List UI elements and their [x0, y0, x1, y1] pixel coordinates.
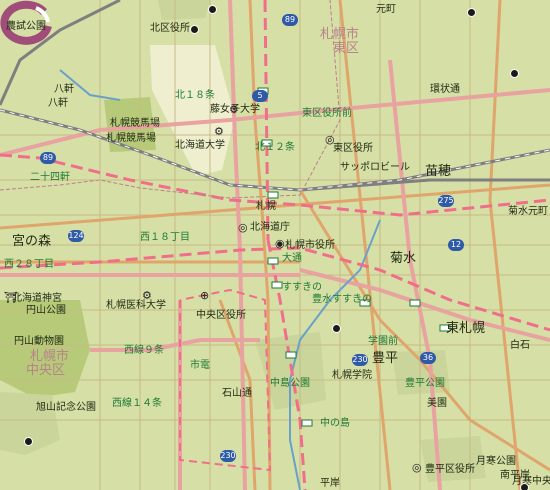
route-89-shield-north: 89 — [282, 14, 298, 26]
label-kita18: 北１８条 — [175, 90, 215, 101]
ward-label-higashi-1: 札幌市 — [320, 27, 360, 42]
label-hiragishi: 平岸 — [320, 478, 340, 489]
label-tsukisamu-park: 月寒公園 — [476, 456, 516, 467]
label-odori: 大通 — [282, 253, 302, 264]
route-230-shield: 230 — [220, 450, 236, 462]
ward-label-higashi-2: 東区 — [333, 41, 360, 56]
label-susukino: すすきの — [282, 282, 322, 293]
label-sapporo-beer: サッポロビール — [340, 162, 410, 173]
label-noshi-park: 農試公園 — [6, 21, 46, 32]
label-kanjo-dori: 環状通 — [430, 84, 460, 95]
label-nakajima-park: 中島公園 — [270, 378, 310, 389]
label-medical-univ: 札幌医科大学 — [106, 300, 166, 311]
label-nakanoshima: 中の島 — [320, 418, 350, 429]
university-icon: ⚙ — [214, 125, 224, 138]
label-kita12: 北１２条 — [255, 142, 295, 153]
government-icon: ⊕ — [200, 289, 210, 302]
ward-label-chuo-2: 中央区 — [26, 363, 66, 378]
label-miyanomori: 宮の森 — [12, 234, 52, 249]
label-higashi-ward-office: 東区役所 — [333, 143, 373, 154]
label-nijuyonken: 二十四軒 — [30, 172, 70, 183]
label-misono: 美園 — [427, 398, 447, 409]
ward-office-icon: ◎ — [325, 133, 335, 146]
poi-marker-nakajima — [332, 324, 341, 333]
label-hachiken: 八軒 — [48, 98, 68, 109]
label-kikusui-motomachi: 菊水元町 — [508, 206, 548, 217]
label-chuo-office: 中央区役所 — [196, 310, 246, 321]
label-hokkaido-shrine: 北海道神宮 — [12, 293, 62, 304]
university-icon-2: ⚙ — [229, 103, 239, 116]
label-hosui-susukino: 豊水すすきの — [312, 294, 372, 305]
label-sapporo-gakuin: 札幌学院 — [332, 370, 372, 381]
label-higashi-office-mae: 東区役所前 — [302, 108, 352, 119]
label-nishi18: 西１８丁目 — [140, 232, 190, 243]
label-kikusui: 菊水 — [390, 251, 417, 266]
shrine-icon: ⛩ — [4, 291, 18, 304]
label-hokkaido-univ: 北海道大学 — [175, 140, 225, 151]
poi-marker-se — [520, 483, 529, 490]
label-toyohira: 豊平 — [372, 351, 399, 366]
label-racecourse-2: 札幌競馬場 — [106, 133, 156, 144]
kita-office-marker-2 — [208, 5, 217, 14]
label-hachiken-station: 八軒 — [54, 84, 74, 95]
label-nishi28: 西２８丁目 — [4, 259, 54, 270]
poi-marker-ne — [467, 8, 476, 17]
label-shiden: 市電 — [190, 360, 210, 371]
label-kita-ward-office: 北区役所 — [150, 23, 190, 34]
kita-office-marker — [190, 25, 199, 34]
label-higashi-sapporo: 東札幌 — [446, 321, 486, 336]
label-motomachi: 元町 — [376, 4, 396, 15]
label-naebo: 苗穂 — [425, 164, 452, 179]
route-12-shield: 12 — [448, 239, 464, 251]
route-5-shield: 5 — [252, 90, 268, 102]
hospital-icon: ⚙ — [142, 289, 152, 302]
label-gakuenmae: 学園前 — [368, 336, 398, 347]
label-maruyama-zoo: 円山動物園 — [14, 336, 64, 347]
label-toyohira-office: 豊平区役所 — [425, 464, 475, 475]
label-sapporo: 札幌 — [256, 201, 276, 212]
route-124-shield: 124 — [68, 230, 84, 242]
route-453-shield: 230 — [352, 354, 368, 366]
label-hokkaido-govt: 北海道庁 — [250, 222, 290, 233]
label-ishiyama-dori: 石山通 — [222, 388, 252, 399]
route-36-shield: 36 — [420, 352, 436, 364]
map-canvas[interactable]: 札幌市 東区 札幌市 中央区 農試公園 北区役所 八軒 札幌競馬場 藤女子大学 … — [0, 0, 550, 490]
govt-office-icon: ◎ — [238, 221, 248, 234]
label-asahiyama-park: 旭山記念公園 — [36, 402, 96, 413]
poi-marker-e — [510, 69, 519, 78]
poi-marker-sw — [24, 437, 33, 446]
label-nishisen14: 西線１４条 — [112, 398, 162, 409]
city-hall-icon: ◉ — [275, 237, 285, 250]
label-maruyama-park: 円山公園 — [26, 305, 66, 316]
label-tsukisamu-chuo: 月寒中央 — [512, 476, 550, 487]
label-shiroishi: 白石 — [510, 340, 530, 351]
route-275-shield: 275 — [438, 195, 454, 207]
label-nishisen9: 西線９条 — [124, 345, 164, 356]
ward-label-chuo-1: 札幌市 — [30, 349, 70, 364]
ward-office-icon-2: ◎ — [412, 461, 422, 474]
label-toyohira-park: 豊平公園 — [405, 378, 445, 389]
route-89-shield-west: 89 — [40, 152, 56, 164]
label-racecourse: 札幌競馬場 — [110, 118, 160, 129]
label-city-hall: 札幌市役所 — [285, 240, 335, 251]
